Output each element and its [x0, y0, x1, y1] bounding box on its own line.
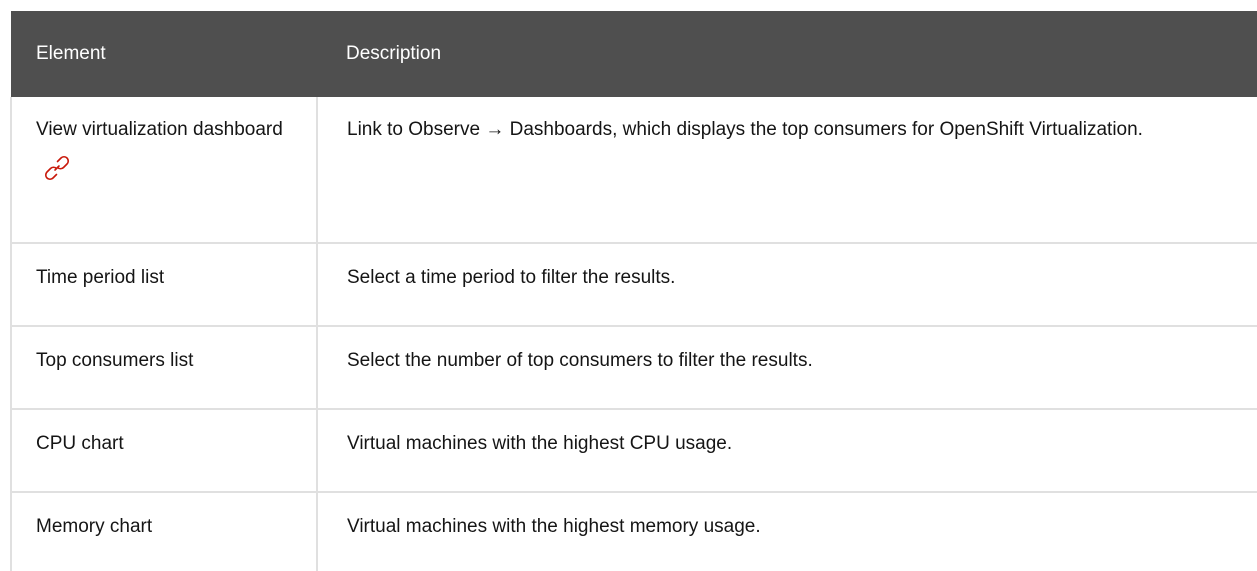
cell-element: CPU chart [10, 409, 318, 493]
table-row: Memory chart Virtual machines with the h… [10, 492, 1257, 571]
table-row: Time period list Select a time period to… [10, 243, 1257, 327]
desc-link-path: Observe → Dashboards [408, 119, 613, 140]
element-suffix: list [135, 267, 165, 288]
table-row: Top consumers list Select the number of … [10, 326, 1257, 410]
table-header-row: Element Description [11, 11, 1257, 97]
cell-element: Time period list [10, 243, 318, 327]
element-name: CPU [36, 433, 77, 454]
header-element: Element [11, 11, 317, 97]
element-name[interactable]: View virtualization dashboard [36, 119, 283, 140]
link-icon[interactable] [42, 153, 72, 183]
element-suffix: chart [104, 516, 153, 537]
element-name: Time period [36, 267, 136, 288]
elements-table-container: Element Description View virtualization … [10, 11, 1257, 571]
cell-description: Select a time period to filter the resul… [316, 243, 1257, 327]
cell-element: Top consumers list [10, 326, 318, 410]
element-suffix: list [164, 350, 194, 371]
desc-prefix: Link to [347, 119, 409, 140]
elements-table: Element Description View virtualization … [10, 11, 1257, 571]
cell-description: Link to Observe → Dashboards, which disp… [316, 97, 1257, 244]
header-description: Description [317, 11, 1257, 97]
cell-description: Virtual machines with the highest memory… [316, 492, 1257, 571]
table-row: CPU chart Virtual machines with the high… [10, 409, 1257, 493]
cell-description: Virtual machines with the highest CPU us… [316, 409, 1257, 493]
table-row: View virtualization dashboard Link to Ob… [10, 97, 1257, 244]
cell-element: View virtualization dashboard [10, 97, 318, 244]
desc-suffix: , which displays the top consumers for O… [612, 119, 1143, 140]
element-suffix: chart [76, 433, 124, 454]
cell-element: Memory chart [10, 492, 318, 571]
element-name: Memory [36, 516, 105, 537]
element-name: Top consumers [36, 350, 165, 371]
cell-description: Select the number of top consumers to fi… [316, 326, 1257, 410]
